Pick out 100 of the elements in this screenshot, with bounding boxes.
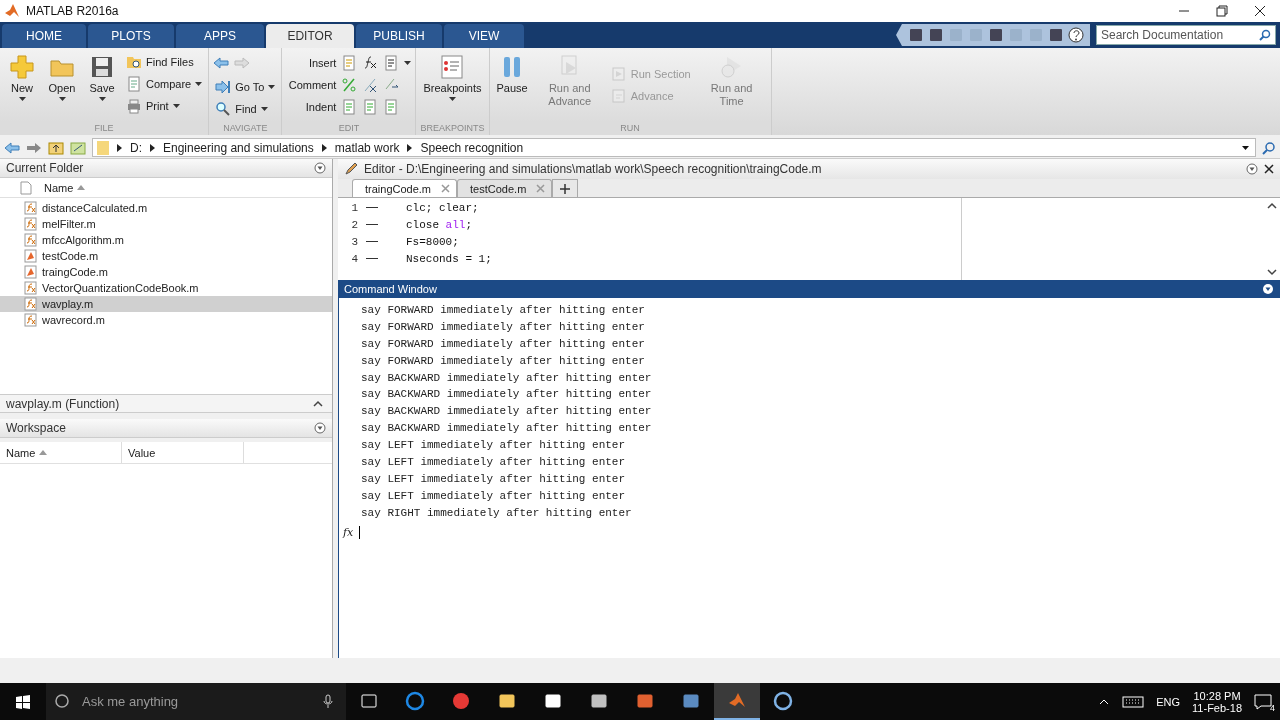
line-number: 4 — [350, 252, 358, 265]
file-row[interactable]: wavrecord.m — [0, 312, 332, 328]
outdent-icon — [383, 99, 400, 115]
restore-icon[interactable] — [1216, 5, 1228, 17]
back-arrow-icon[interactable] — [213, 55, 230, 71]
toolstrip-button[interactable]: Comment — [286, 79, 337, 91]
compare-icon — [126, 75, 142, 92]
file-tab[interactable]: traingCode.m — [352, 179, 458, 197]
panel-title: Workspace — [6, 421, 67, 435]
column-header[interactable]: Value — [122, 442, 244, 463]
file-row[interactable]: distanceCalculated.m — [0, 200, 332, 216]
code-line: Fs=8000; — [406, 235, 459, 248]
folder-icon — [97, 139, 109, 156]
file-row[interactable]: VectorQuantizationCodeBook.m — [0, 280, 332, 296]
file-row[interactable]: melFilter.m — [0, 216, 332, 232]
ribbon-tab[interactable]: VIEW — [444, 24, 524, 48]
function-file-icon — [24, 281, 38, 295]
toolstrip-button[interactable]: Go To — [213, 77, 278, 96]
windows-start-icon[interactable] — [15, 693, 31, 710]
matlab-logo-icon — [4, 3, 20, 19]
clock[interactable]: 10:28 PM 11-Feb-18 — [1192, 689, 1242, 714]
toolstrip-button[interactable]: Find Files — [124, 52, 205, 71]
language-indicator[interactable]: ENG — [1156, 695, 1181, 708]
code-line: close all; — [406, 218, 473, 231]
search-icon — [215, 100, 232, 117]
output-line: say BACKWARD immediately after hitting enter — [361, 371, 653, 386]
file-row[interactable]: mfccAlgorithm.m — [0, 232, 332, 248]
toolstrip-button[interactable]: Breakpoints — [420, 52, 485, 103]
file-row[interactable]: traingCode.m — [0, 264, 332, 280]
toolstrip-button[interactable]: Indent — [286, 101, 337, 113]
section-label: BREAKPOINTS — [416, 122, 489, 135]
output-line: say LEFT immediately after hitting enter — [361, 489, 627, 504]
function-file-icon — [24, 201, 38, 215]
run-section-icon — [610, 65, 627, 82]
panel-menu-icon[interactable] — [1262, 283, 1274, 295]
toolstrip-button[interactable]: Save — [84, 52, 120, 103]
toolstrip-button[interactable]: Open — [44, 52, 80, 103]
ribbon-tab[interactable]: PLOTS — [88, 24, 174, 48]
editor-title: Editor - D:\Engineering and simulations\matlab work\Speech recognition\traingCode.m — [364, 162, 823, 176]
file-row[interactable]: testCode.m — [0, 248, 332, 264]
keyboard-icon[interactable] — [1122, 694, 1145, 709]
plus-icon — [560, 183, 571, 194]
toolstrip-button[interactable]: Pause — [493, 52, 531, 97]
output-line: say BACKWARD immediately after hitting enter — [361, 388, 653, 403]
toolstrip-button[interactable]: Insert — [286, 57, 337, 69]
ribbon-tab[interactable]: EDITOR — [266, 24, 354, 48]
path-segment[interactable]: matlab work — [334, 140, 400, 155]
caret-icon — [448, 97, 456, 101]
advance-icon — [610, 87, 627, 104]
file-row[interactable]: wavplay.m — [0, 296, 332, 312]
smart-indent-icon — [341, 99, 358, 115]
comment-icon — [341, 77, 358, 93]
path-segment[interactable]: Speech recognition — [420, 140, 524, 155]
help-icon[interactable] — [1068, 27, 1084, 43]
function-icon — [362, 55, 379, 71]
ribbon-tab[interactable]: HOME — [2, 24, 86, 48]
up-folder-icon[interactable] — [48, 139, 64, 156]
app-icon — [773, 690, 793, 711]
output-line: say FORWARD immediately after hitting enter — [361, 304, 646, 318]
column-header[interactable]: Name — [32, 178, 86, 197]
panel-menu-icon[interactable] — [314, 162, 326, 174]
breadcrumb-arrow-icon — [150, 143, 155, 152]
column-header[interactable]: Name — [0, 442, 122, 463]
notification-icon[interactable] — [1254, 693, 1272, 710]
path-segment[interactable]: D: — [130, 140, 142, 155]
output-line: say LEFT immediately after hitting enter — [361, 439, 627, 454]
text-cursor — [359, 525, 361, 539]
output-line: say RIGHT immediately after hitting enter — [361, 506, 633, 521]
file-tab[interactable]: testCode.m — [457, 179, 553, 197]
toolstrip-button[interactable]: Find — [213, 99, 278, 118]
circle-icon — [54, 693, 70, 709]
sort-ascending-icon — [39, 450, 48, 455]
taskbar-search-field[interactable]: Ask me anything — [46, 683, 346, 720]
uncomment-icon — [362, 77, 379, 93]
close-icon[interactable] — [1254, 5, 1266, 17]
panel-menu-icon[interactable] — [1246, 163, 1258, 175]
ribbon-tab[interactable]: APPS — [176, 24, 264, 48]
code-line: Nseconds = 1; — [406, 252, 492, 265]
app-icon — [405, 690, 425, 711]
panel-menu-icon[interactable] — [314, 422, 326, 434]
go-to-icon — [215, 78, 232, 95]
ribbon-tab[interactable]: PUBLISH — [356, 24, 442, 48]
breadcrumb-arrow-icon — [321, 143, 327, 152]
close-icon[interactable] — [1264, 164, 1274, 174]
toolstrip-button[interactable]: New — [4, 52, 40, 103]
breadcrumb-arrow-icon — [117, 143, 122, 152]
output-line: say FORWARD immediately after hitting enter — [361, 320, 646, 335]
search-icon[interactable] — [1262, 140, 1276, 155]
browse-folder-icon[interactable] — [70, 139, 86, 156]
back-arrow-icon[interactable] — [4, 139, 20, 156]
search-field[interactable]: Search Documentation — [1096, 25, 1276, 45]
script-file-icon — [24, 249, 38, 263]
toolstrip-button[interactable]: Print — [124, 96, 205, 115]
output-line: say LEFT immediately after hitting enter — [361, 472, 627, 487]
search-icon — [1259, 29, 1271, 41]
address-field[interactable]: D: Engineering and simulations matlab work Speech recognition — [92, 138, 1256, 157]
new-tab-button[interactable] — [552, 179, 579, 197]
path-segment[interactable]: Engineering and simulations — [163, 140, 314, 155]
output-line: say BACKWARD immediately after hitting enter — [361, 405, 653, 420]
toolstrip-button[interactable]: Compare — [124, 74, 205, 93]
